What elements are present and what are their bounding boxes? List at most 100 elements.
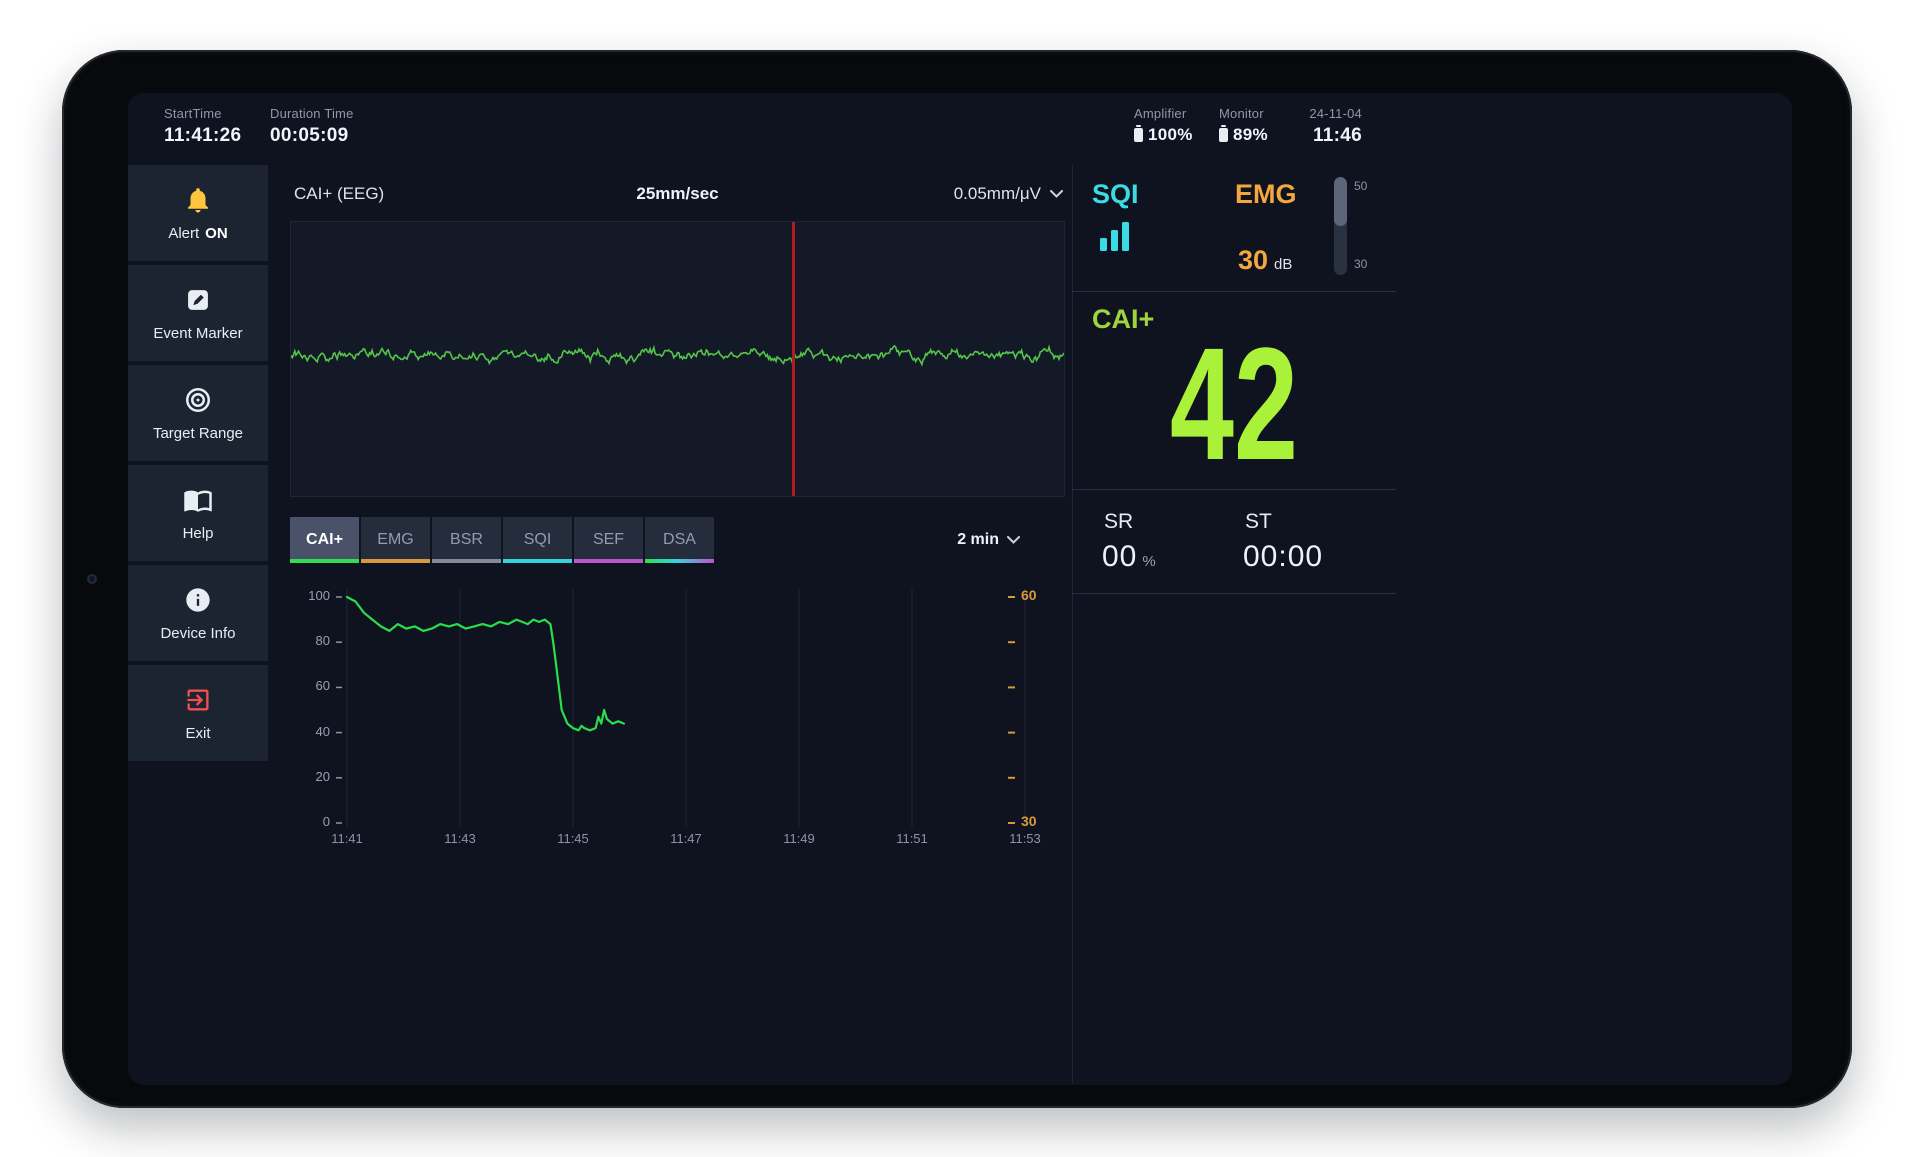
- sidebar-item-event-marker[interactable]: Event Marker: [128, 265, 268, 361]
- trend-x-tick-label: 11:45: [543, 831, 603, 846]
- emg-label: EMG: [1235, 179, 1297, 210]
- trend-y-tick-label: 40: [290, 724, 330, 739]
- trend-y-tick-label: 80: [290, 633, 330, 648]
- date-time-block: 24-11-04 11:46: [1288, 106, 1362, 147]
- trend-y-tick-label: 60: [290, 678, 330, 693]
- trend-y-tick-label: 100: [290, 588, 330, 603]
- monitor-label: Monitor: [1219, 106, 1268, 121]
- start-time-value: 11:41:26: [164, 125, 241, 147]
- sidebar-item-label: Exit: [185, 725, 210, 742]
- trend-window-value: 2 min: [957, 531, 999, 549]
- trend-x-tick-label: 11:51: [882, 831, 942, 846]
- trend-tabs-row: CAI+ EMG BSR SQI SEF DSA 2 min: [290, 517, 1065, 563]
- page-background: StartTime 11:41:26 Duration Time 00:05:0…: [0, 0, 1920, 1157]
- trend-window-select[interactable]: 2 min: [957, 531, 1020, 549]
- section-divider: [1072, 593, 1396, 594]
- trend-x-tick-label: 11:53: [995, 831, 1055, 846]
- eeg-waveform-trace: [291, 222, 1064, 496]
- st-value: 00:00: [1243, 540, 1323, 574]
- front-camera: [87, 574, 97, 584]
- emg-gauge-fill: [1334, 177, 1347, 226]
- sidebar-item-device-info[interactable]: Device Info: [128, 565, 268, 661]
- trend-chart-plot: [290, 571, 1065, 861]
- duration-time-label: Duration Time: [270, 106, 354, 121]
- eeg-scale-value: 0.05mm/μV: [954, 184, 1041, 204]
- sidebar-item-alert[interactable]: AlertON: [128, 165, 268, 261]
- eeg-cursor-line: [792, 222, 795, 496]
- chevron-down-icon: [1050, 190, 1063, 198]
- sr-label: SR: [1104, 510, 1133, 534]
- tab-underline: [361, 559, 430, 563]
- emg-gauge-max: 50: [1354, 179, 1367, 193]
- sidebar-item-help[interactable]: Help: [128, 465, 268, 561]
- st-number: 00:00: [1243, 540, 1323, 574]
- amplifier-battery-value: 100%: [1148, 125, 1193, 145]
- target-range-icon: [183, 384, 213, 416]
- tab-underline: [645, 559, 714, 563]
- sidebar-item-label: Device Info: [160, 625, 235, 642]
- emg-unit: dB: [1274, 256, 1292, 273]
- start-time-label: StartTime: [164, 106, 241, 121]
- trend-y-tick-label: 0: [290, 814, 330, 829]
- tab-underline: [574, 559, 643, 563]
- tab-underline: [503, 559, 572, 563]
- tab-dsa[interactable]: DSA: [645, 517, 714, 563]
- sqi-label: SQI: [1092, 179, 1139, 210]
- emg-number: 30: [1238, 245, 1268, 276]
- amplifier-battery-block: Amplifier 100%: [1134, 106, 1193, 145]
- amplifier-label: Amplifier: [1134, 106, 1193, 121]
- trend-y-tick-label: 20: [290, 769, 330, 784]
- sqi-emg-section: SQI EMG 30 dB 50 30: [1072, 165, 1396, 291]
- cai-index-value: 42: [1117, 320, 1350, 488]
- eeg-sweep-speed: 25mm/sec: [290, 184, 1065, 204]
- emg-gauge-min: 30: [1354, 257, 1367, 271]
- monitor-battery-value: 89%: [1233, 125, 1268, 145]
- tab-sef[interactable]: SEF: [574, 517, 643, 563]
- tab-underline: [290, 559, 359, 563]
- st-label: ST: [1245, 510, 1272, 534]
- sidebar-item-label: Help: [183, 525, 214, 542]
- device-info-icon: [184, 584, 212, 616]
- trend-x-tick-label: 11:49: [769, 831, 829, 846]
- sr-unit: %: [1142, 553, 1155, 570]
- tab-cai[interactable]: CAI+: [290, 517, 359, 563]
- tab-bsr[interactable]: BSR: [432, 517, 501, 563]
- sr-st-section: SR 00 % ST 00:00: [1072, 490, 1396, 593]
- eeg-panel-header: CAI+ (EEG) 25mm/sec 0.05mm/μV: [290, 181, 1065, 209]
- trend-x-tick-label: 11:43: [430, 831, 490, 846]
- exit-icon: [184, 684, 212, 716]
- monitor-screen: StartTime 11:41:26 Duration Time 00:05:0…: [128, 93, 1792, 1085]
- event-marker-icon: [184, 284, 212, 316]
- signal-bars-icon: [1100, 221, 1134, 256]
- bell-icon: [183, 184, 213, 216]
- emg-value: 30 dB: [1238, 245, 1292, 276]
- emg-gauge: [1334, 177, 1347, 275]
- sidebar-item-label: Event Marker: [153, 325, 242, 342]
- tab-sqi[interactable]: SQI: [503, 517, 572, 563]
- trend-right-axis-label: 60: [1021, 587, 1037, 603]
- sidebar: AlertON Event Marker Target Range: [128, 165, 268, 765]
- eeg-waveform-chart: [290, 221, 1065, 497]
- battery-icon: [1219, 128, 1228, 142]
- cai-index-section: CAI+ 42: [1072, 292, 1396, 489]
- sidebar-item-label: Target Range: [153, 425, 243, 442]
- trend-chart: 11:41 11:43 11:45 11:47 11:49 11:51 11:53 100 80…: [290, 571, 1065, 861]
- monitor-battery-block: Monitor 89%: [1219, 106, 1268, 145]
- trend-x-tick-label: 11:41: [317, 831, 377, 846]
- eeg-scale-select[interactable]: 0.05mm/μV: [954, 184, 1063, 204]
- help-book-icon: [183, 484, 213, 516]
- trend-x-tick-label: 11:47: [656, 831, 716, 846]
- tab-emg[interactable]: EMG: [361, 517, 430, 563]
- date-value: 24-11-04: [1288, 106, 1362, 121]
- sr-value: 00 %: [1102, 540, 1156, 574]
- clock-value: 11:46: [1288, 125, 1362, 147]
- sr-number: 00: [1102, 540, 1137, 574]
- sidebar-item-target-range[interactable]: Target Range: [128, 365, 268, 461]
- start-time-block: StartTime 11:41:26: [164, 106, 241, 147]
- duration-time-value: 00:05:09: [270, 125, 354, 147]
- duration-time-block: Duration Time 00:05:09: [270, 106, 354, 147]
- tab-underline: [432, 559, 501, 563]
- battery-icon: [1134, 128, 1143, 142]
- tablet-frame: StartTime 11:41:26 Duration Time 00:05:0…: [62, 50, 1852, 1108]
- sidebar-item-exit[interactable]: Exit: [128, 665, 268, 761]
